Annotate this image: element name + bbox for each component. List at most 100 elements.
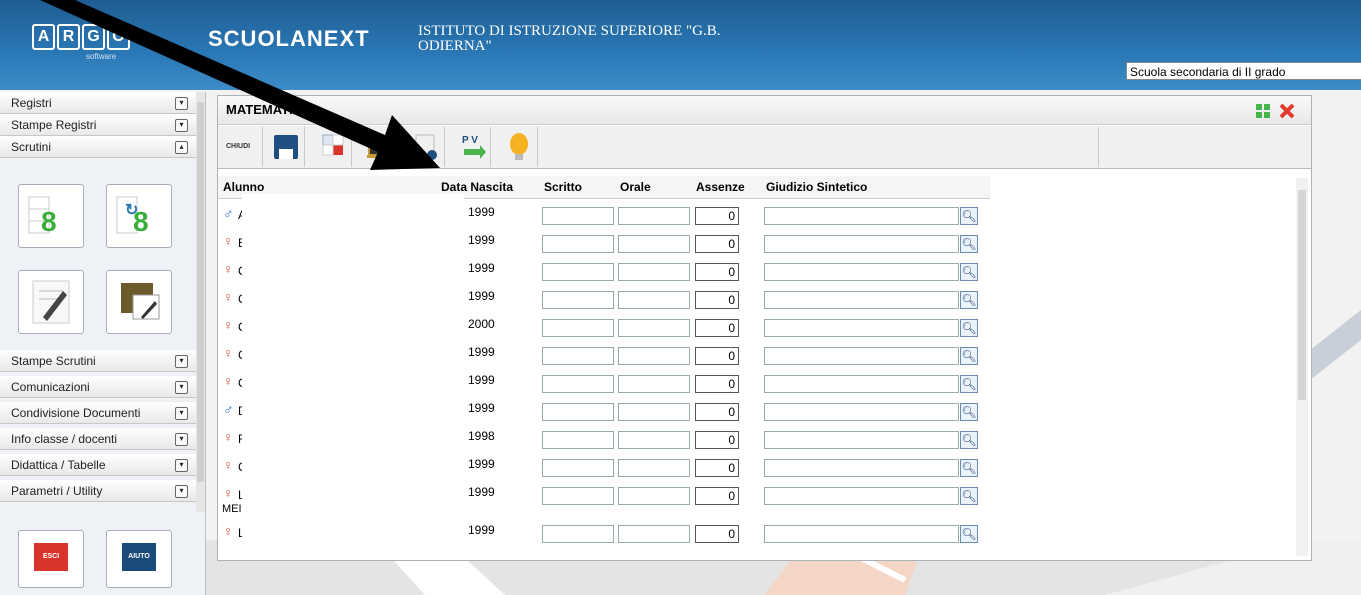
search-icon[interactable]: 🔍︎: [960, 263, 978, 281]
assenze-input[interactable]: 0: [695, 347, 739, 365]
giudizio-input[interactable]: [764, 403, 959, 421]
col-header-alunno[interactable]: Alunno: [223, 180, 264, 194]
female-icon: ♀: [223, 233, 234, 249]
scritto-input[interactable]: [542, 403, 614, 421]
scrutini-notes-tile[interactable]: [18, 270, 84, 334]
sidebar-item-condivisione-documenti[interactable]: Condivisione Documenti ▾: [0, 402, 196, 424]
giudizio-input[interactable]: [764, 291, 959, 309]
col-header-assenze[interactable]: Assenze: [696, 180, 745, 194]
search-icon[interactable]: 🔍︎: [960, 235, 978, 253]
orale-input[interactable]: [618, 431, 690, 449]
scritto-input[interactable]: [542, 207, 614, 225]
sidebar-item-didattica[interactable]: Didattica / Tabelle ▾: [0, 454, 196, 476]
scritto-input[interactable]: [542, 347, 614, 365]
search-icon[interactable]: 🔍︎: [960, 403, 978, 421]
col-header-scritto[interactable]: Scritto: [544, 180, 582, 194]
orale-input[interactable]: [618, 525, 690, 543]
giudizio-input[interactable]: [764, 375, 959, 393]
orale-input[interactable]: [618, 403, 690, 421]
grid-scrollbar[interactable]: [1296, 178, 1308, 556]
scritto-input[interactable]: [542, 375, 614, 393]
giudizio-input[interactable]: [764, 487, 959, 505]
assenze-input[interactable]: 0: [695, 235, 739, 253]
giudizio-input[interactable]: [764, 207, 959, 225]
assenze-input[interactable]: 0: [695, 207, 739, 225]
scritto-input[interactable]: [542, 525, 614, 543]
scritto-input[interactable]: [542, 487, 614, 505]
background-wedge: [1310, 310, 1361, 380]
assenze-input[interactable]: 0: [695, 319, 739, 337]
maximize-icon[interactable]: [1255, 103, 1271, 119]
giudizio-input[interactable]: [764, 263, 959, 281]
help-button[interactable]: AIUTO: [106, 530, 172, 588]
female-icon: ♀: [223, 457, 234, 473]
orale-input[interactable]: [618, 235, 690, 253]
assenze-input[interactable]: 0: [695, 459, 739, 477]
assenze-input[interactable]: 0: [695, 291, 739, 309]
orale-input[interactable]: [618, 319, 690, 337]
giudizio-input[interactable]: [764, 525, 959, 543]
school-type-select[interactable]: Scuola secondaria di II grado: [1126, 62, 1361, 80]
orale-input[interactable]: [618, 375, 690, 393]
search-icon[interactable]: 🔍︎: [960, 525, 978, 543]
assenze-input[interactable]: 0: [695, 525, 739, 543]
expand-icon[interactable]: ▾: [175, 485, 188, 498]
orale-input[interactable]: [618, 459, 690, 477]
col-header-giudizio[interactable]: Giudizio Sintetico: [766, 180, 867, 194]
assenze-input[interactable]: 0: [695, 375, 739, 393]
female-icon: ♀: [223, 345, 234, 361]
orale-input[interactable]: [618, 291, 690, 309]
sidebar-item-comunicazioni[interactable]: Comunicazioni ▾: [0, 376, 196, 398]
scrutini-board-tile[interactable]: [106, 270, 172, 334]
col-header-data-nascita[interactable]: Data Nascita: [441, 180, 513, 194]
giudizio-input[interactable]: [764, 319, 959, 337]
orale-input[interactable]: [618, 487, 690, 505]
scrutini-refresh-tile[interactable]: ↻ 8: [106, 184, 172, 248]
search-icon[interactable]: 🔍︎: [960, 431, 978, 449]
search-icon[interactable]: 🔍︎: [960, 459, 978, 477]
giudizio-input[interactable]: [764, 459, 959, 477]
expand-icon[interactable]: ▾: [175, 407, 188, 420]
assenze-input[interactable]: 0: [695, 431, 739, 449]
col-header-orale[interactable]: Orale: [620, 180, 651, 194]
scrutini-grades-tile[interactable]: 8: [18, 184, 84, 248]
orale-input[interactable]: [618, 263, 690, 281]
close-icon[interactable]: [1278, 102, 1296, 120]
scritto-input[interactable]: [542, 291, 614, 309]
scritto-input[interactable]: [542, 431, 614, 449]
assenze-input[interactable]: 0: [695, 403, 739, 421]
female-icon: ♀: [223, 289, 234, 305]
tips-button[interactable]: [501, 127, 538, 167]
scritto-input[interactable]: [542, 263, 614, 281]
search-icon[interactable]: 🔍︎: [960, 375, 978, 393]
giudizio-input[interactable]: [764, 235, 959, 253]
orale-input[interactable]: [618, 207, 690, 225]
female-icon: ♀: [223, 485, 234, 501]
scritto-input[interactable]: [542, 235, 614, 253]
birth-year: 1999: [468, 401, 495, 415]
exit-button[interactable]: ESCI: [18, 530, 84, 588]
scritto-input[interactable]: [542, 459, 614, 477]
search-icon[interactable]: 🔍︎: [960, 487, 978, 505]
expand-icon[interactable]: ▾: [175, 381, 188, 394]
scritto-input[interactable]: [542, 319, 614, 337]
search-icon[interactable]: 🔍︎: [960, 347, 978, 365]
sidebar-item-stampe-scrutini[interactable]: Stampe Scrutini ▾: [0, 350, 196, 372]
giudizio-input[interactable]: [764, 347, 959, 365]
tile-digit: 8: [41, 206, 57, 237]
expand-icon[interactable]: ▾: [175, 459, 188, 472]
sidebar-item-parametri[interactable]: Parametri / Utility ▾: [0, 480, 196, 502]
search-icon[interactable]: 🔍︎: [960, 207, 978, 225]
search-icon[interactable]: 🔍︎: [960, 291, 978, 309]
grade-grid-icon: 8: [28, 196, 57, 237]
orale-input[interactable]: [618, 347, 690, 365]
sidebar-item-info-classe[interactable]: Info classe / docenti ▾: [0, 428, 196, 450]
giudizio-input[interactable]: [764, 431, 959, 449]
tile-digit: 8: [133, 206, 149, 237]
annotation-arrow-icon: [40, 0, 440, 170]
expand-icon[interactable]: ▾: [175, 355, 188, 368]
assenze-input[interactable]: 0: [695, 263, 739, 281]
expand-icon[interactable]: ▾: [175, 433, 188, 446]
search-icon[interactable]: 🔍︎: [960, 319, 978, 337]
assenze-input[interactable]: 0: [695, 487, 739, 505]
